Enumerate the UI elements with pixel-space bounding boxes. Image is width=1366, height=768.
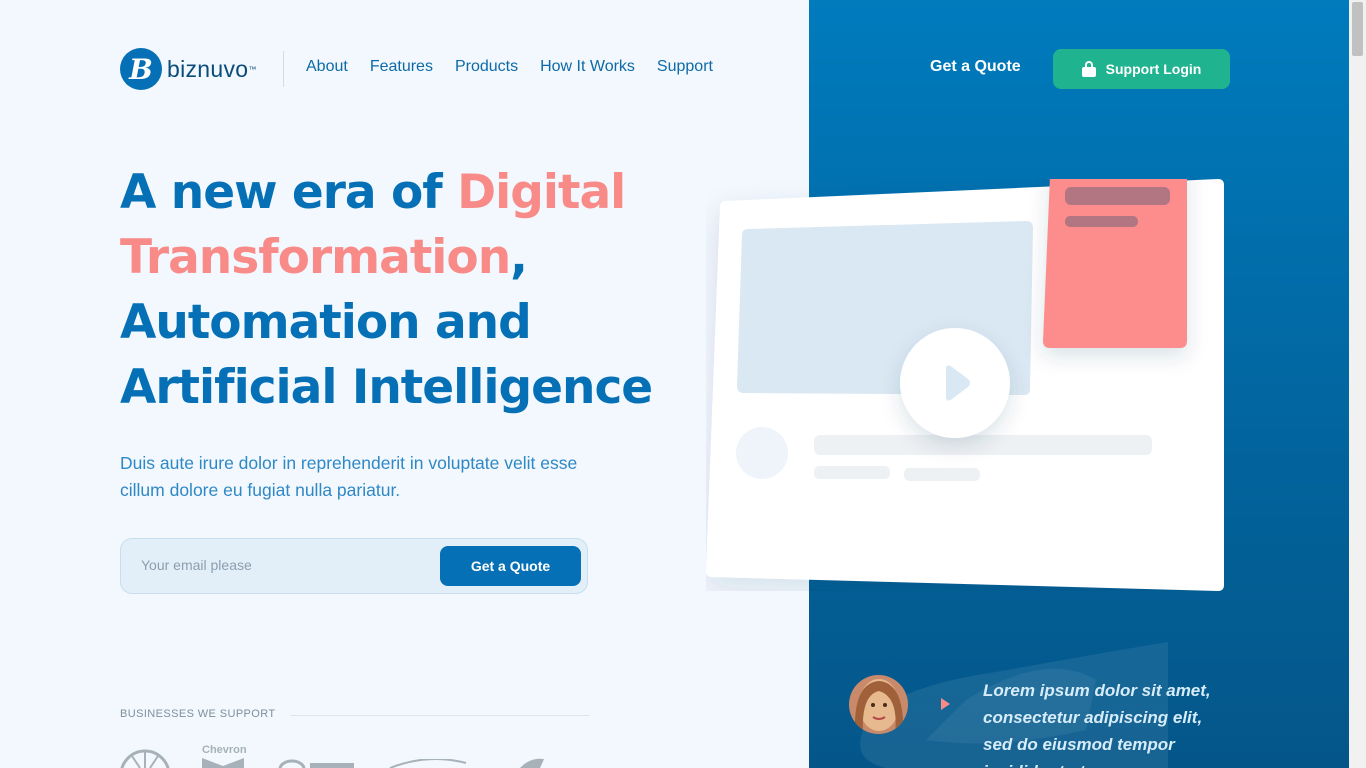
chevron-logo: Chevron — [202, 744, 247, 768]
nav-item-support[interactable]: Support — [657, 58, 713, 76]
testimonial-avatar — [849, 675, 908, 734]
nav-item-about[interactable]: About — [306, 58, 348, 76]
headline-line1: A new era of — [120, 165, 458, 220]
hero-subtext: Duis aute irure dolor in reprehenderit i… — [120, 453, 578, 500]
brand-name: biznuvo — [167, 55, 249, 82]
get-quote-button[interactable]: Get a Quote — [440, 546, 581, 586]
support-login-label: Support Login — [1105, 61, 1202, 77]
chevron-logo-text: Chevron — [202, 744, 247, 756]
logo-mark-icon: B — [120, 48, 162, 90]
hero-headline: A new era of Digital Transformation, Aut… — [120, 160, 720, 420]
headline-line4: Artificial Intelligence — [120, 360, 653, 415]
email-input[interactable] — [141, 557, 421, 573]
business-logos: Chevron — [120, 744, 590, 768]
scrollbar-thumb[interactable] — [1352, 2, 1363, 56]
headline-accent-transformation: Transformation — [120, 230, 511, 285]
nav-divider — [283, 51, 284, 87]
testimonial-quote: Lorem ipsum dolor sit amet, consectetur … — [983, 681, 1211, 768]
product-preview-illustration — [706, 179, 1224, 591]
lock-icon — [1081, 61, 1096, 77]
headline-accent-digital: Digital — [457, 165, 626, 220]
partner-logo-5-icon — [520, 758, 544, 768]
nav-item-features[interactable]: Features — [370, 58, 433, 76]
nav-item-products[interactable]: Products — [455, 58, 518, 76]
nav-item-how-it-works[interactable]: How It Works — [540, 58, 635, 76]
header-get-quote-link[interactable]: Get a Quote — [930, 58, 1021, 76]
testimonial-play-icon[interactable] — [941, 698, 950, 710]
page-scrollbar[interactable] — [1349, 0, 1366, 768]
brand-logo[interactable]: B biznuvo ™ — [120, 48, 256, 90]
wheel-logo-icon — [120, 749, 170, 768]
partner-logo-3-icon — [278, 759, 354, 768]
businesses-label: BUSINESSES WE SUPPORT — [120, 708, 276, 720]
brand-tm: ™ — [248, 64, 257, 74]
support-login-button[interactable]: Support Login — [1053, 49, 1230, 89]
email-form: Get a Quote — [120, 538, 588, 594]
businesses-divider — [290, 715, 590, 716]
partner-logo-4-icon — [389, 759, 467, 768]
headline-comma: , — [510, 230, 528, 285]
main-nav: About Features Products How It Works Sup… — [306, 58, 735, 76]
headline-line3: Automation and — [120, 295, 532, 350]
chevron-shape-icon — [202, 758, 244, 768]
